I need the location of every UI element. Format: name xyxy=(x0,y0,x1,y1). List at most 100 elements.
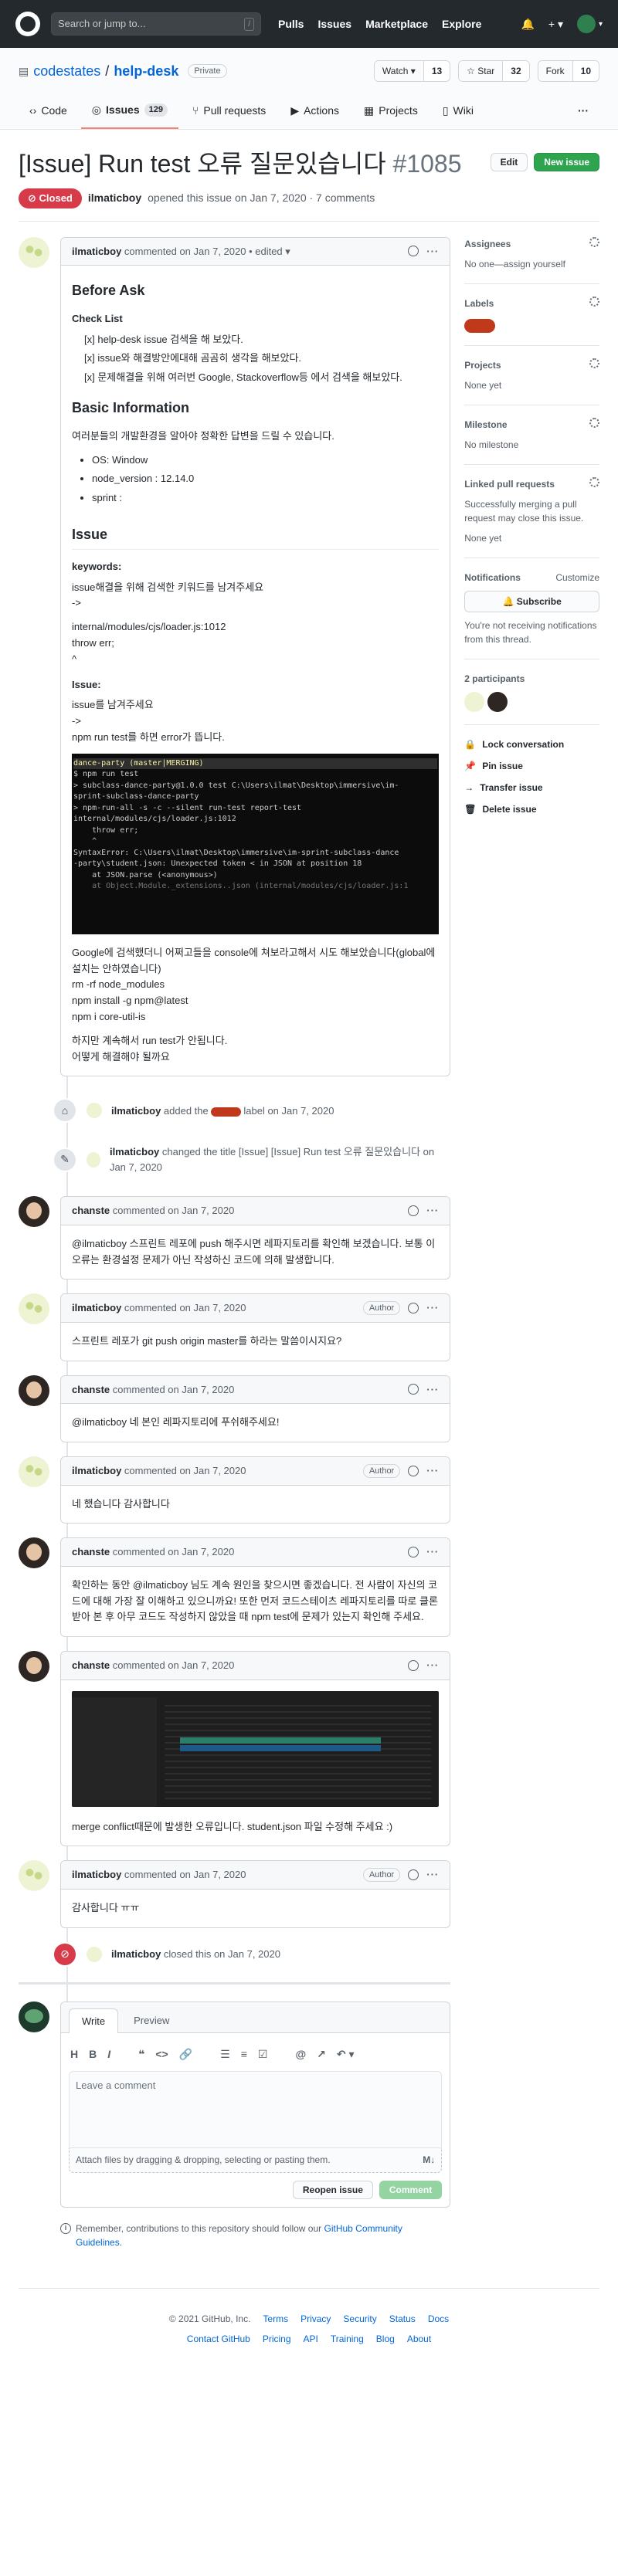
avatar[interactable] xyxy=(19,236,49,268)
fork-button[interactable]: Fork 10 xyxy=(537,60,599,82)
comment-author-link[interactable]: chanste xyxy=(72,1382,110,1398)
add-reaction-icon[interactable] xyxy=(408,1869,419,1881)
code-icon[interactable]: <> xyxy=(155,2046,168,2062)
unordered-list-icon[interactable]: ☰ xyxy=(220,2046,230,2062)
tab-write[interactable]: Write xyxy=(69,2008,119,2034)
watch-button[interactable]: Watch ▾ 13 xyxy=(373,60,451,82)
event-author-link[interactable]: ilmaticboy xyxy=(110,1146,159,1158)
footer-link[interactable]: Pricing xyxy=(263,2332,291,2346)
label-bug[interactable]: bug xyxy=(211,1107,241,1117)
link-icon[interactable]: 🔗 xyxy=(179,2046,192,2062)
comment-author-link[interactable]: chanste xyxy=(72,1544,110,1560)
comment-author-link[interactable]: chanste xyxy=(72,1658,110,1673)
footer-link[interactable]: Security xyxy=(343,2312,376,2326)
comment-meta[interactable]: commented on Jan 7, 2020 xyxy=(113,1544,235,1560)
avatar[interactable] xyxy=(487,691,508,712)
bold-icon[interactable]: B xyxy=(89,2046,97,2062)
footer-link[interactable]: Contact GitHub xyxy=(187,2332,250,2346)
footer-link[interactable]: Status xyxy=(389,2312,416,2326)
add-reaction-icon[interactable] xyxy=(408,1205,419,1217)
search-input[interactable]: Search or jump to... / xyxy=(51,12,261,36)
milestone-title[interactable]: Milestone xyxy=(464,418,507,432)
comment-author-link[interactable]: ilmaticboy xyxy=(72,1463,121,1479)
create-new-menu[interactable]: + ▾ xyxy=(548,16,563,32)
labels-title[interactable]: Labels xyxy=(464,297,494,310)
footer-link[interactable]: Blog xyxy=(376,2332,395,2346)
comment-meta[interactable]: commented on Jan 7, 2020 xyxy=(124,1867,246,1883)
cross-reference-icon[interactable]: ↗ xyxy=(317,2046,326,2062)
comment-author-link[interactable]: ilmaticboy xyxy=(72,1867,121,1883)
attach-files-bar[interactable]: Attach files by dragging & dropping, sel… xyxy=(69,2147,443,2173)
bell-icon[interactable]: 🔔 xyxy=(521,16,534,32)
new-issue-button[interactable]: New issue xyxy=(534,153,599,171)
footer-link[interactable]: Terms xyxy=(263,2312,288,2326)
gear-icon[interactable] xyxy=(589,296,599,307)
tab-wiki[interactable]: ▯ Wiki xyxy=(432,96,484,129)
projects-title[interactable]: Projects xyxy=(464,358,501,372)
comment-author-link[interactable]: ilmaticboy xyxy=(72,244,121,259)
comment-author-link[interactable]: ilmaticboy xyxy=(72,1300,121,1316)
editor-screenshot[interactable] xyxy=(72,1690,440,1807)
gear-icon[interactable] xyxy=(589,358,599,368)
comment-author-link[interactable]: chanste xyxy=(72,1203,110,1219)
more-options-icon[interactable]: ··· xyxy=(426,244,439,259)
event-author-link[interactable]: ilmaticboy xyxy=(111,1105,161,1117)
customize-link[interactable]: Customize xyxy=(555,571,599,585)
italic-icon[interactable]: I xyxy=(107,2046,110,2062)
add-reaction-icon[interactable] xyxy=(408,246,419,257)
markdown-icon[interactable]: M↓ xyxy=(423,2153,435,2168)
mention-icon[interactable]: @ xyxy=(295,2046,306,2062)
nav-pulls[interactable]: Pulls xyxy=(278,16,304,32)
more-options-icon[interactable]: ··· xyxy=(426,1300,439,1316)
avatar[interactable] xyxy=(464,691,485,712)
more-options-icon[interactable]: ··· xyxy=(426,1463,439,1479)
tab-code[interactable]: ‹› Code xyxy=(19,96,78,129)
nav-issues[interactable]: Issues xyxy=(317,16,351,32)
tab-projects[interactable]: ▦ Projects xyxy=(353,96,429,129)
reply-icon[interactable]: ↶ ▾ xyxy=(337,2046,355,2062)
footer-link[interactable]: Privacy xyxy=(301,2312,331,2326)
gear-icon[interactable] xyxy=(589,236,599,247)
footer-link[interactable]: About xyxy=(407,2332,431,2346)
add-reaction-icon[interactable] xyxy=(408,1303,419,1314)
more-options-icon[interactable]: ··· xyxy=(426,1382,439,1398)
avatar[interactable] xyxy=(87,1946,102,1962)
gear-icon[interactable] xyxy=(589,417,599,428)
linked-prs-title[interactable]: Linked pull requests xyxy=(464,477,555,491)
comment-meta[interactable]: commented on Jan 7, 2020 xyxy=(124,1463,246,1479)
star-count[interactable]: 32 xyxy=(503,61,529,81)
comment-textarea[interactable]: Leave a comment xyxy=(69,2070,443,2148)
comment-meta[interactable]: commented on Jan 7, 2020 xyxy=(113,1658,235,1673)
avatar[interactable] xyxy=(87,1151,100,1168)
more-options-icon[interactable]: ··· xyxy=(426,1867,439,1883)
more-options-icon[interactable]: ··· xyxy=(426,1544,439,1560)
footer-link[interactable]: Docs xyxy=(428,2312,449,2326)
footer-link[interactable]: API xyxy=(304,2332,318,2346)
delete-issue-link[interactable]: 🗑 Delete issue xyxy=(464,802,599,816)
avatar[interactable] xyxy=(19,2001,49,2032)
quote-icon[interactable]: ❝ xyxy=(138,2046,144,2062)
label-bug[interactable]: bug xyxy=(464,318,496,333)
comment-button[interactable]: Comment xyxy=(379,2180,443,2199)
user-menu[interactable]: ▾ xyxy=(576,15,603,33)
add-reaction-icon[interactable] xyxy=(408,1659,419,1671)
tab-actions[interactable]: ▶ Actions xyxy=(280,96,350,129)
ordered-list-icon[interactable]: ≡ xyxy=(241,2046,247,2062)
tab-preview[interactable]: Preview xyxy=(121,2008,182,2033)
avatar[interactable] xyxy=(19,1374,49,1406)
add-reaction-icon[interactable] xyxy=(408,1465,419,1476)
add-reaction-icon[interactable] xyxy=(408,1384,419,1395)
tab-issues[interactable]: ◎ Issues 129 xyxy=(80,96,178,129)
footer-link[interactable]: Training xyxy=(331,2332,364,2346)
repo-owner-link[interactable]: codestates xyxy=(33,61,100,82)
terminal-screenshot[interactable]: dance-party (master|MERGING) $ npm run te… xyxy=(72,753,440,934)
assignees-title[interactable]: Assignees xyxy=(464,237,511,251)
assignees-text[interactable]: No one—assign yourself xyxy=(464,259,565,269)
edit-title-button[interactable]: Edit xyxy=(490,153,528,171)
github-logo-icon[interactable] xyxy=(15,12,40,36)
add-reaction-icon[interactable] xyxy=(408,1547,419,1558)
avatar[interactable] xyxy=(19,1293,49,1325)
avatar[interactable] xyxy=(19,1651,49,1683)
comment-meta[interactable]: commented on Jan 7, 2020 • edited ▾ xyxy=(124,244,290,259)
transfer-issue-link[interactable]: → Transfer issue xyxy=(464,781,599,795)
